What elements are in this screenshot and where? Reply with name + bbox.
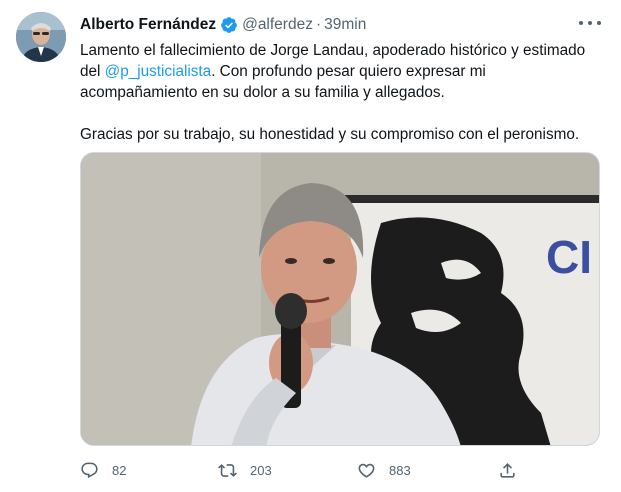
like-button[interactable]: 883 bbox=[357, 458, 411, 482]
photo-image: CI bbox=[81, 153, 599, 445]
reply-icon bbox=[81, 462, 98, 478]
tweet-text-line: Gracias por su trabajo, su honestidad y … bbox=[80, 126, 580, 143]
reply-button[interactable]: 82 bbox=[80, 458, 126, 482]
tweet-text-line: acompañamiento en su dolor a su familia … bbox=[80, 84, 445, 101]
like-count: 883 bbox=[389, 462, 411, 478]
tweet[interactable]: Alberto Fernández @alferdez · 39min Lame… bbox=[0, 0, 621, 492]
author-name[interactable]: Alberto Fernández bbox=[80, 16, 216, 34]
retweet-icon bbox=[218, 463, 237, 477]
more-options-icon[interactable] bbox=[579, 17, 601, 29]
reply-count: 82 bbox=[112, 462, 127, 478]
avatar-photo bbox=[16, 12, 66, 62]
mention-link[interactable]: @p_justicialista bbox=[105, 63, 212, 80]
tweet-header: Alberto Fernández @alferdez · 39min bbox=[80, 14, 366, 36]
avatar[interactable] bbox=[16, 12, 66, 62]
text-segment: . Con profundo pesar quiero expresar mi bbox=[211, 63, 486, 80]
separator-dot: · bbox=[315, 16, 322, 33]
tweet-text-line: del @p_justicialista. Con profundo pesar… bbox=[80, 61, 605, 82]
timestamp[interactable]: 39min bbox=[324, 16, 366, 34]
retweet-count: 203 bbox=[250, 462, 272, 478]
tweet-text-line: Lamento el fallecimiento de Jorge Landau… bbox=[80, 40, 605, 61]
share-button[interactable] bbox=[498, 458, 517, 482]
author-handle[interactable]: @alferdez bbox=[242, 16, 313, 34]
banner-letters: CI bbox=[546, 231, 592, 283]
share-icon bbox=[500, 462, 515, 478]
heart-icon bbox=[358, 463, 375, 478]
tweet-actions: 82 203 883 bbox=[80, 458, 520, 482]
verified-badge-icon bbox=[220, 16, 238, 34]
retweet-button[interactable]: 203 bbox=[218, 458, 272, 482]
text-segment: del bbox=[80, 63, 105, 80]
tweet-text: Lamento el fallecimiento de Jorge Landau… bbox=[80, 40, 605, 145]
tweet-photo[interactable]: CI bbox=[80, 152, 600, 446]
text-segment: Lamento el fallecimiento de Jorge Landau… bbox=[80, 42, 586, 59]
